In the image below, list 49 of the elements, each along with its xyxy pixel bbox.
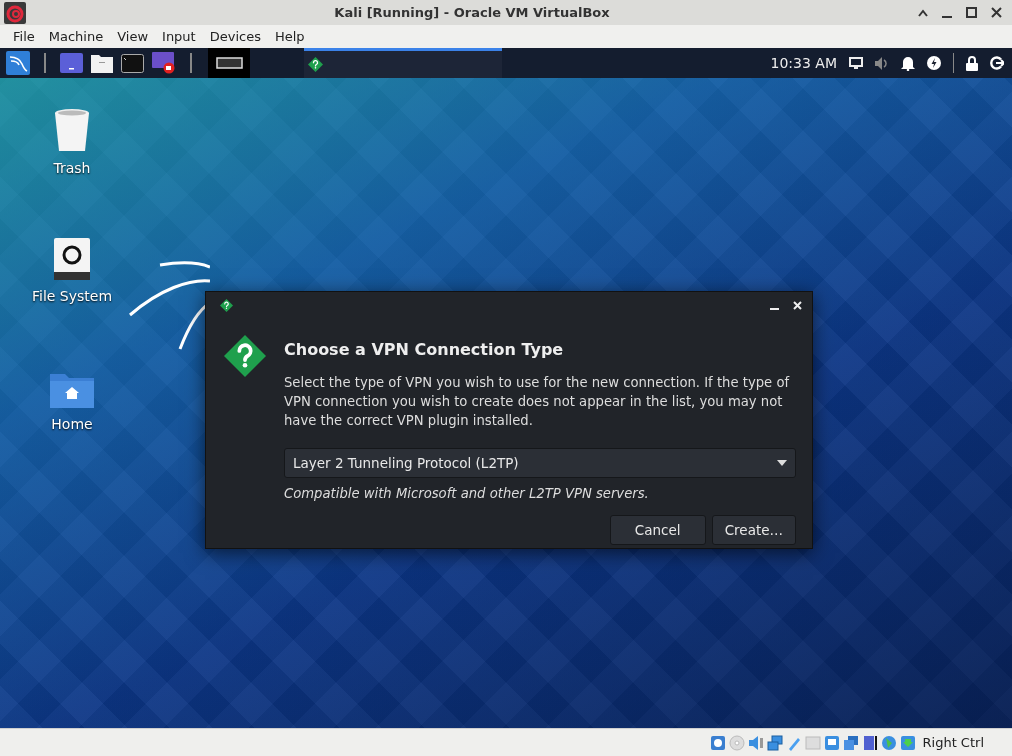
audio-icon[interactable] [747, 734, 764, 751]
question-icon [224, 335, 266, 377]
home-folder-icon[interactable] [50, 372, 94, 408]
menu-item[interactable]: File [6, 29, 42, 44]
create-button[interactable]: Create… [711, 515, 796, 545]
clock[interactable]: 10:33 AM [770, 55, 837, 71]
close-icon[interactable] [991, 7, 1002, 18]
caret-icon[interactable] [918, 8, 928, 17]
maximize-icon[interactable] [966, 7, 977, 18]
menu-item[interactable]: Help [267, 29, 312, 44]
dialog-message: Select the type of VPN you wish to use for the new connection. If the type of VPN connection you wish to create does not appear in the list, you may not have the correct VPN plugin installed. [284, 374, 791, 430]
desktop-icon-label[interactable]: Trash [53, 160, 91, 176]
speaker-icon[interactable] [875, 56, 889, 70]
dialog-title: Choose a VPN Connection Type [284, 340, 565, 359]
bell-icon[interactable] [901, 55, 915, 71]
display-icon[interactable] [823, 734, 840, 751]
network-icon[interactable] [766, 734, 783, 751]
desktop-icon[interactable] [60, 53, 83, 73]
desktop-icon-label[interactable]: File System [31, 288, 113, 304]
folder-icon[interactable] [91, 53, 113, 73]
window-icon [215, 57, 243, 69]
trash-icon[interactable] [54, 108, 90, 152]
download-icon[interactable] [899, 734, 916, 751]
kali-menu-icon[interactable] [6, 51, 30, 75]
workspace-switcher[interactable] [208, 48, 250, 78]
power-icon[interactable] [927, 56, 941, 70]
host-key-label: Right Ctrl [922, 735, 984, 750]
vpn-type-dropdown[interactable]: Layer 2 Tunneling Protocol (L2TP) [284, 448, 796, 478]
menu-item[interactable]: Devices [202, 29, 268, 44]
vpn-type-description: Compatible with Microsoft and other L2TP VPN servers. [284, 486, 650, 501]
drive-icon[interactable] [54, 238, 90, 280]
capture-icon[interactable] [861, 734, 878, 751]
question-icon [220, 298, 233, 312]
menu-item[interactable]: View [110, 29, 156, 44]
windows-icon[interactable] [842, 734, 859, 751]
logout-icon[interactable] [990, 56, 1004, 70]
menu-item[interactable]: Machine [41, 29, 111, 44]
monitor-icon[interactable] [849, 57, 863, 69]
menu-item[interactable]: Input [155, 29, 203, 44]
app-logo-icon [4, 1, 26, 24]
screen-recorder-icon[interactable] [152, 52, 176, 74]
terminal-icon[interactable] [121, 53, 144, 73]
window-title: Kali [Running] - Oracle VM VirtualBox [333, 5, 611, 20]
desktop-icon-label[interactable]: Home [51, 416, 93, 432]
question-icon [308, 57, 323, 72]
cancel-button[interactable]: Cancel [609, 515, 706, 545]
taskbar-button[interactable] [304, 48, 502, 78]
lock-icon[interactable] [966, 55, 978, 71]
caret-icon [777, 460, 787, 466]
